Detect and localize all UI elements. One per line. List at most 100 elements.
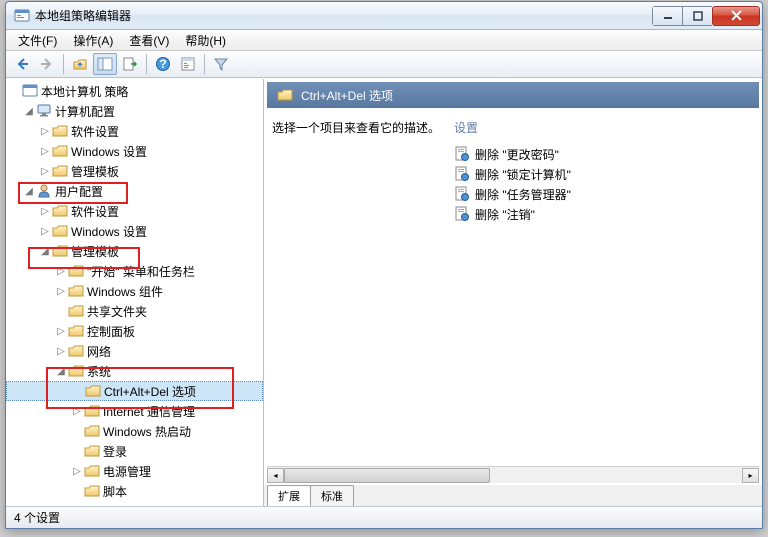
close-button[interactable] (712, 6, 760, 26)
tree-item[interactable]: Windows 热启动 (6, 421, 263, 441)
tree-label: 软件设置 (71, 203, 123, 220)
tree-item[interactable]: ▷ Internet 通信管理 (6, 401, 263, 421)
expand-icon[interactable]: ▷ (54, 286, 68, 297)
collapse-icon[interactable]: ◢ (22, 106, 36, 117)
tree-label: 用户配置 (55, 183, 107, 200)
menubar: 文件(F) 操作(A) 查看(V) 帮助(H) (6, 30, 762, 51)
collapse-icon[interactable]: ◢ (38, 246, 52, 257)
tree-item[interactable]: 登录 (6, 441, 263, 461)
tree-item[interactable]: ▷ 软件设置 (6, 121, 263, 141)
tree-item[interactable]: 脚本 (6, 481, 263, 501)
description-column: 选择一个项目来查看它的描述。 (272, 119, 454, 458)
folder-icon (52, 164, 68, 178)
setting-label: 删除 "注销" (475, 206, 535, 223)
tree-item[interactable]: ▷ 软件设置 (6, 201, 263, 221)
expand-icon[interactable]: ▷ (38, 166, 52, 177)
details-body: 选择一个项目来查看它的描述。 设置 删除 "更改密码" 删除 "锁定计算机" 删… (264, 111, 762, 466)
tab-standard[interactable]: 标准 (310, 485, 354, 506)
minimize-button[interactable] (652, 6, 682, 26)
tree-admin-templates[interactable]: ◢管理模板 (6, 241, 263, 261)
tree-ctrl-alt-del[interactable]: Ctrl+Alt+Del 选项 (6, 381, 263, 401)
properties-button[interactable] (176, 53, 200, 75)
tree-root[interactable]: 本地计算机 策略 (6, 81, 263, 101)
expand-icon[interactable]: ▷ (38, 226, 52, 237)
app-icon (14, 8, 30, 24)
tree-computer-config[interactable]: ◢ 计算机配置 (6, 101, 263, 121)
tree-label: Internet 通信管理 (103, 403, 199, 420)
nav-forward-button[interactable] (35, 53, 59, 75)
show-tree-button[interactable] (93, 53, 117, 75)
app-window: 本地组策略编辑器 文件(F) 操作(A) 查看(V) 帮助(H) ? 本地计算 (5, 1, 763, 529)
tree-item[interactable]: ▷管理模板 (6, 161, 263, 181)
expand-icon[interactable]: ▷ (70, 406, 84, 417)
tree-system[interactable]: ◢系统 (6, 361, 263, 381)
tree-item[interactable]: ▷ Windows 设置 (6, 221, 263, 241)
expand-icon[interactable]: ▷ (38, 206, 52, 217)
scroll-left-button[interactable]: ◂ (267, 468, 284, 483)
expand-icon[interactable]: ▷ (38, 146, 52, 157)
settings-column: 设置 删除 "更改密码" 删除 "锁定计算机" 删除 "任务管理器" 删除 "注… (454, 119, 754, 458)
scroll-right-button[interactable]: ▸ (742, 468, 759, 483)
folder-icon (84, 404, 100, 418)
tree-item[interactable]: ▷电源管理 (6, 461, 263, 481)
setting-item[interactable]: 删除 "任务管理器" (454, 184, 754, 204)
expand-icon[interactable]: ▷ (38, 126, 52, 137)
tree-label: Windows 设置 (71, 223, 151, 240)
tree-label: Windows 热启动 (103, 423, 195, 440)
expand-icon[interactable]: ▷ (54, 346, 68, 357)
setting-label: 删除 "任务管理器" (475, 186, 571, 203)
expand-icon[interactable]: ▷ (54, 266, 68, 277)
folder-icon (84, 424, 100, 438)
folder-icon (68, 304, 84, 318)
collapse-icon[interactable]: ◢ (22, 186, 36, 197)
window-controls (652, 6, 760, 26)
tree-label: 软件设置 (71, 123, 123, 140)
user-icon (36, 184, 52, 198)
setting-item[interactable]: 删除 "注销" (454, 204, 754, 224)
tree-item[interactable]: 共享文件夹 (6, 301, 263, 321)
tree-label: 登录 (103, 443, 131, 460)
maximize-button[interactable] (682, 6, 712, 26)
folder-icon (85, 384, 101, 398)
tree-item[interactable]: ▷ 网络 (6, 341, 263, 361)
up-level-button[interactable] (68, 53, 92, 75)
folder-icon (52, 244, 68, 258)
filter-button[interactable] (209, 53, 233, 75)
tree-item[interactable]: ▷Windows 设置 (6, 141, 263, 161)
expand-icon[interactable]: ▷ (70, 466, 84, 477)
tab-extended[interactable]: 扩展 (267, 485, 311, 506)
details-title: Ctrl+Alt+Del 选项 (301, 87, 393, 104)
setting-item[interactable]: 删除 "更改密码" (454, 144, 754, 164)
help-button[interactable]: ? (151, 53, 175, 75)
menu-file[interactable]: 文件(F) (10, 30, 65, 51)
folder-icon (52, 124, 68, 138)
status-text: 4 个设置 (14, 509, 60, 526)
horizontal-scrollbar[interactable]: ◂ ▸ (267, 466, 759, 483)
folder-icon (68, 284, 84, 298)
tree-label: 网络 (87, 343, 115, 360)
tree-label: 共享文件夹 (87, 303, 151, 320)
tree-user-config[interactable]: ◢ 用户配置 (6, 181, 263, 201)
tree-item[interactable]: ▷ "开始" 菜单和任务栏 (6, 261, 263, 281)
tree-item[interactable]: ▷Windows 组件 (6, 281, 263, 301)
menu-action[interactable]: 操作(A) (65, 30, 121, 51)
scroll-track[interactable] (284, 468, 742, 483)
folder-icon (84, 444, 100, 458)
nav-back-button[interactable] (10, 53, 34, 75)
folder-icon (277, 88, 293, 102)
menu-help[interactable]: 帮助(H) (177, 30, 234, 51)
tree-panel[interactable]: 本地计算机 策略 ◢ 计算机配置 ▷ 软件设置 ▷ Windows 设置 ▷管理模板… (6, 79, 264, 506)
folder-icon (68, 324, 84, 338)
titlebar[interactable]: 本地组策略编辑器 (6, 2, 762, 30)
setting-item[interactable]: 删除 "锁定计算机" (454, 164, 754, 184)
tree-label: "开始" 菜单和任务栏 (87, 263, 199, 280)
menu-view[interactable]: 查看(V) (121, 30, 177, 51)
expand-icon[interactable]: ▷ (54, 326, 68, 337)
folder-icon (52, 224, 68, 238)
policy-icon (22, 84, 38, 98)
export-list-button[interactable] (118, 53, 142, 75)
scroll-thumb[interactable] (284, 468, 490, 483)
tree-item[interactable]: ▷控制面板 (6, 321, 263, 341)
collapse-icon[interactable]: ◢ (54, 366, 68, 377)
toolbar: ? (6, 51, 762, 78)
